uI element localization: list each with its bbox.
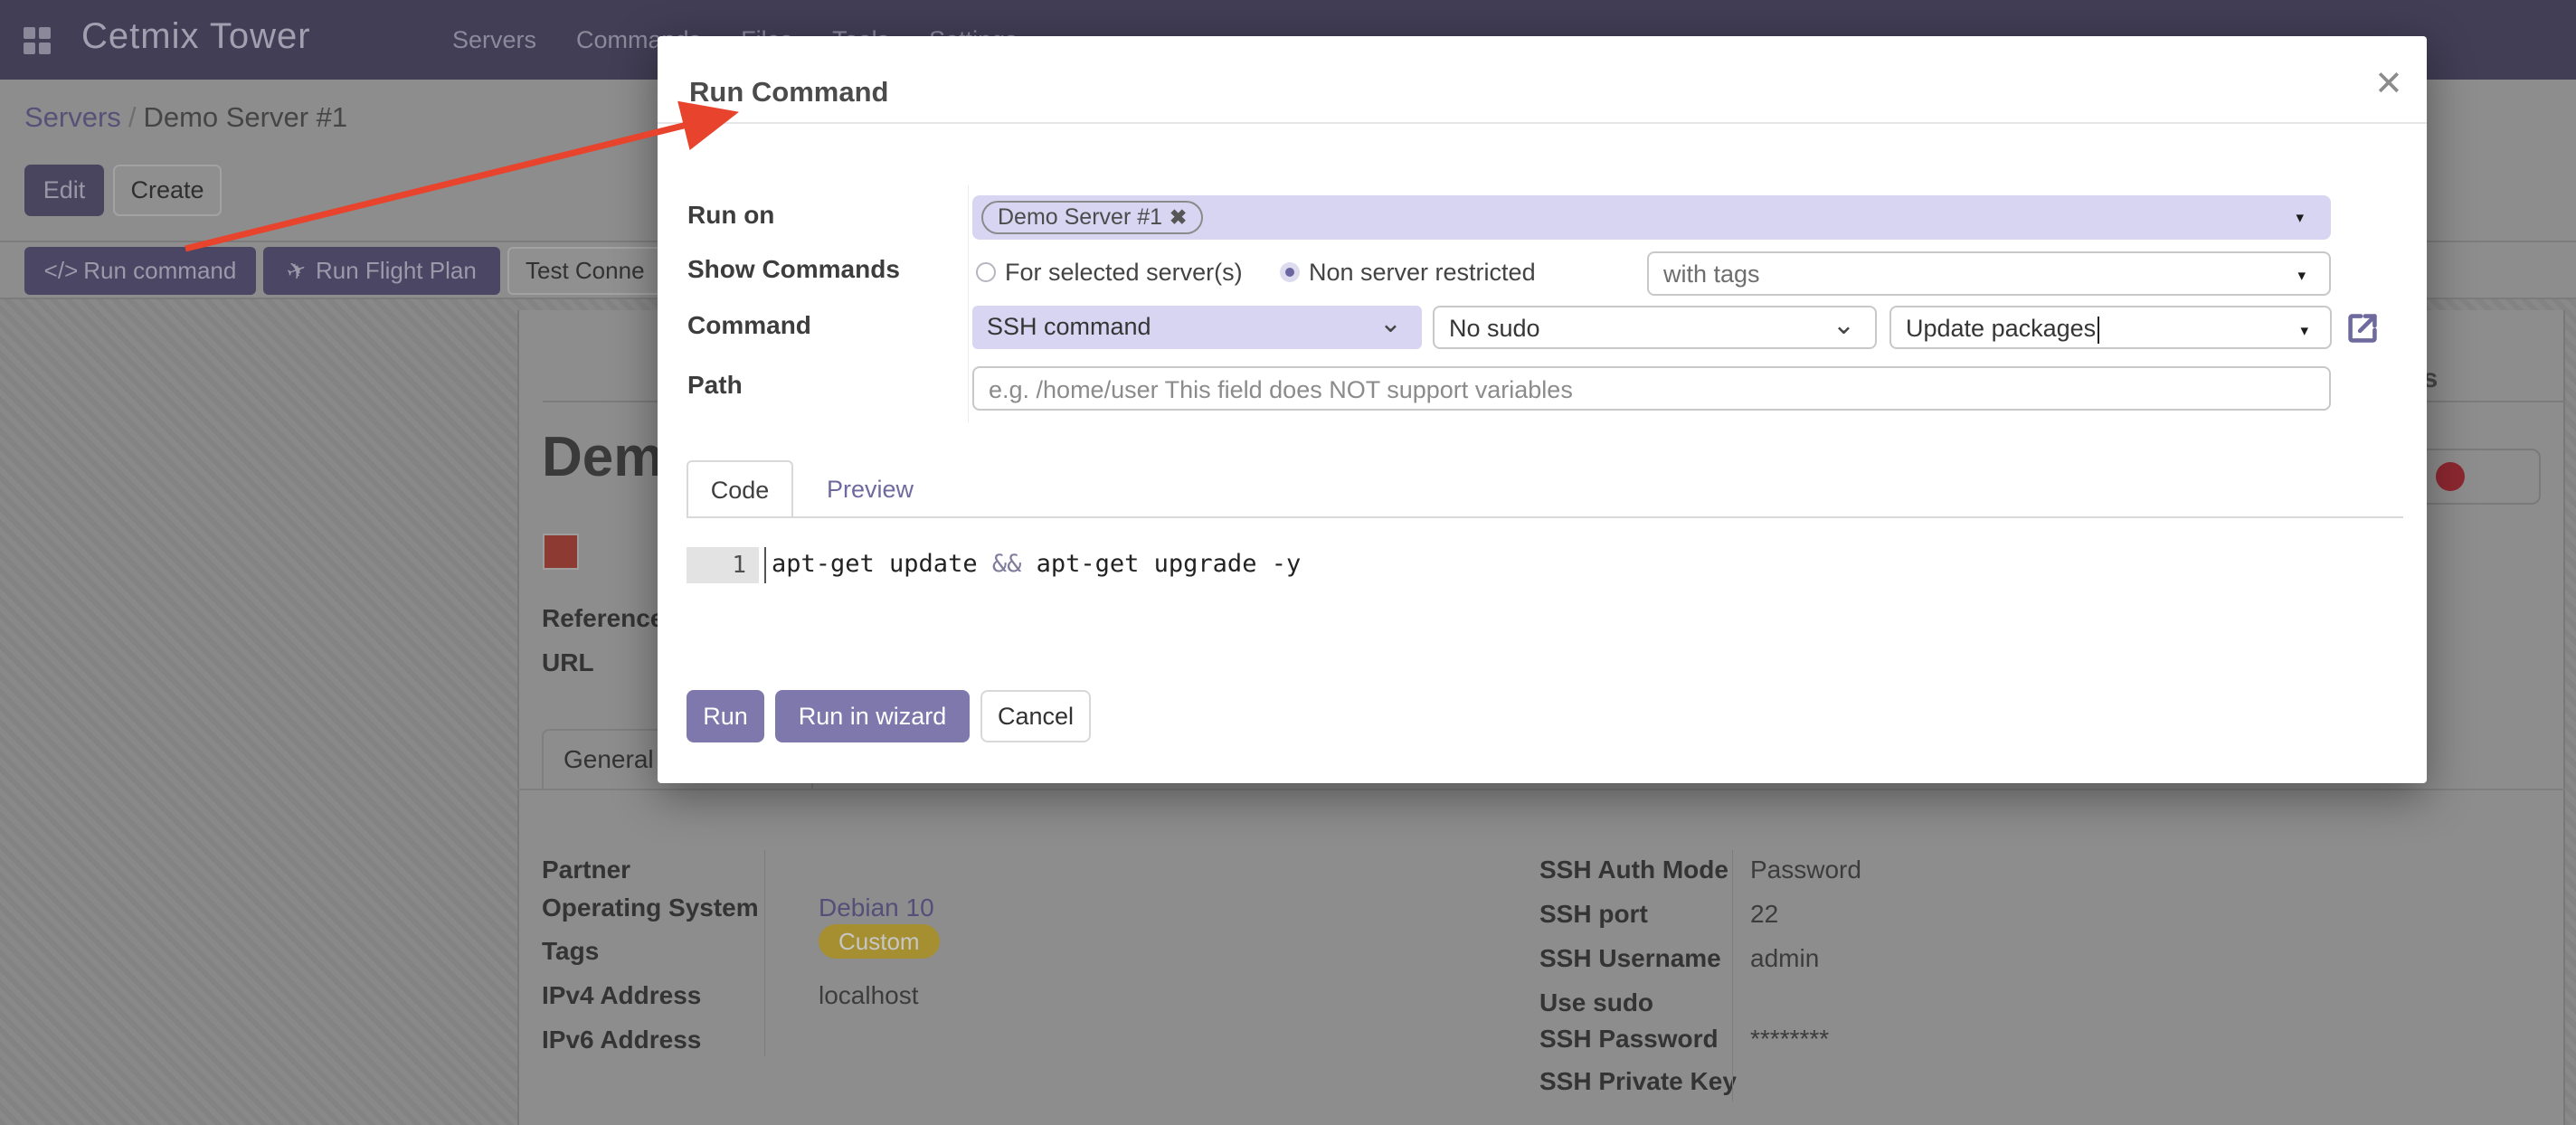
run-in-wizard-button[interactable]: Run in wizard — [775, 690, 970, 742]
path-input[interactable]: e.g. /home/user This field does NOT supp… — [972, 366, 2331, 411]
show-commands-label: Show Commands — [687, 255, 900, 284]
code-line[interactable]: apt-get update && apt-get upgrade -y — [772, 550, 1301, 578]
chevron-down-icon: ▾ — [2297, 267, 2306, 285]
radio-non-server-restricted[interactable] — [1280, 262, 1300, 282]
ipv6-label: IPv6 Address — [542, 1026, 701, 1054]
breadcrumb-servers-link[interactable]: Servers — [24, 101, 121, 133]
ssh-private-key-label: SSH Private Key — [1539, 1067, 1737, 1096]
server-tag-label: Demo Server #1 — [998, 204, 1162, 231]
code-brackets-icon: </> — [44, 257, 79, 285]
os-label: Operating System — [542, 893, 759, 922]
ssh-username-value: admin — [1750, 944, 1819, 973]
divider — [658, 122, 2427, 124]
command-type-value: SSH command — [987, 313, 1151, 341]
path-placeholder: e.g. /home/user This field does NOT supp… — [989, 376, 1573, 404]
run-command-label: Run command — [83, 257, 236, 285]
close-icon[interactable]: ✕ — [2374, 63, 2403, 104]
app-logo[interactable]: Cetmix Tower — [81, 16, 311, 57]
tag-custom-pill: Custom — [819, 924, 940, 959]
modal-title: Run Command — [689, 76, 888, 109]
ipv4-value: localhost — [819, 981, 919, 1010]
run-button[interactable]: Run — [687, 690, 764, 742]
column-separator — [764, 850, 765, 1056]
tag-remove-icon[interactable]: ✖ — [1170, 205, 1187, 230]
divider — [517, 789, 2565, 790]
menu-item-servers[interactable]: Servers — [452, 26, 536, 54]
use-sudo-label: Use sudo — [1539, 988, 1653, 1017]
ssh-password-value: ******** — [1750, 1025, 1829, 1054]
apps-menu-icon[interactable] — [24, 27, 51, 54]
page: Cetmix Tower Servers Commands Files Tool… — [0, 0, 2576, 1125]
breadcrumb: Servers/Demo Server #1 — [24, 101, 347, 134]
stopped-status-dot — [2436, 462, 2465, 491]
breadcrumb-separator: / — [121, 101, 144, 133]
text-cursor — [2098, 317, 2099, 344]
partner-label: Partner — [542, 856, 630, 884]
run-command-modal: Run Command ✕ Run on Demo Server #1 ✖ ▾ … — [658, 36, 2427, 783]
run-on-field[interactable]: Demo Server #1 ✖ ▾ — [972, 195, 2331, 240]
run-flight-plan-label: Run Flight Plan — [316, 257, 477, 285]
color-swatch[interactable] — [543, 534, 579, 570]
path-label: Path — [687, 371, 743, 400]
cancel-button[interactable]: Cancel — [980, 690, 1091, 742]
radio-non-server-restricted-label[interactable]: Non server restricted — [1309, 259, 1536, 287]
ipv4-label: IPv4 Address — [542, 981, 701, 1010]
ssh-username-label: SSH Username — [1539, 944, 1721, 973]
server-tag[interactable]: Demo Server #1 ✖ — [981, 201, 1203, 234]
external-link-icon[interactable] — [2342, 307, 2383, 349]
url-label: URL — [542, 648, 594, 677]
code-line-number: 1 — [687, 547, 759, 583]
chevron-down-icon: ⌄ — [1379, 307, 1402, 339]
ssh-port-value: 22 — [1750, 900, 1778, 929]
tab-code[interactable]: Code — [687, 460, 793, 518]
form-column-separator — [968, 185, 969, 422]
column-separator — [1732, 850, 1733, 1101]
reference-label: Reference — [542, 604, 664, 633]
os-value-link[interactable]: Debian 10 — [819, 893, 934, 922]
tags-label: Tags — [542, 937, 599, 966]
sudo-select[interactable]: No sudo ⌄ — [1433, 306, 1877, 349]
run-flight-plan-button[interactable]: ✈ Run Flight Plan — [263, 247, 500, 295]
ssh-auth-mode-label: SSH Auth Mode — [1539, 856, 1728, 884]
with-tags-select[interactable]: with tags ▾ — [1647, 251, 2331, 296]
run-on-label: Run on — [687, 201, 774, 230]
chevron-down-icon: ⌄ — [1833, 309, 1855, 341]
sudo-value: No sudo — [1449, 315, 1540, 343]
tab-preview[interactable]: Preview — [811, 460, 929, 518]
chevron-down-icon: ▾ — [2296, 209, 2304, 227]
command-type-select[interactable]: SSH command ⌄ — [972, 306, 1422, 349]
command-name-value: Update packages — [1906, 315, 2099, 344]
radio-for-selected-servers-label[interactable]: For selected server(s) — [1005, 259, 1243, 287]
ssh-port-label: SSH port — [1539, 900, 1648, 929]
ssh-password-label: SSH Password — [1539, 1025, 1719, 1054]
chevron-down-icon: ▾ — [2300, 322, 2308, 340]
editor-cursor — [764, 547, 766, 583]
command-name-input[interactable]: Update packages ▾ — [1889, 306, 2332, 349]
with-tags-value: with tags — [1663, 260, 1760, 288]
command-label: Command — [687, 311, 811, 340]
divider — [687, 516, 2403, 518]
create-button[interactable]: Create — [113, 165, 222, 216]
ssh-auth-mode-value: Password — [1750, 856, 1861, 884]
run-command-button[interactable]: </> Run command — [24, 247, 256, 295]
edit-button[interactable]: Edit — [24, 165, 104, 216]
plane-icon: ✈ — [283, 254, 311, 288]
radio-for-selected-servers[interactable] — [976, 262, 996, 282]
breadcrumb-current: Demo Server #1 — [143, 101, 347, 133]
